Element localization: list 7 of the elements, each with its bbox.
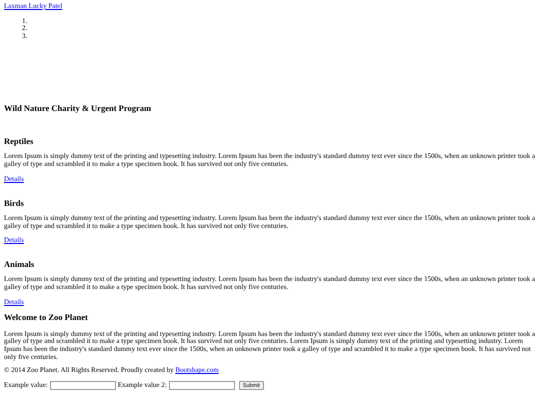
input-field[interactable] <box>168 381 235 390</box>
section-heading: Birds <box>4 198 25 208</box>
section-heading: Animals <box>4 260 36 270</box>
section-heading: Welcome to Zoo Planet <box>4 313 89 323</box>
input-field[interactable] <box>50 381 116 390</box>
section-heading: Reptiles <box>4 137 34 146</box>
page-title: Wild Nature Charity & Urgent Program <box>4 104 152 114</box>
